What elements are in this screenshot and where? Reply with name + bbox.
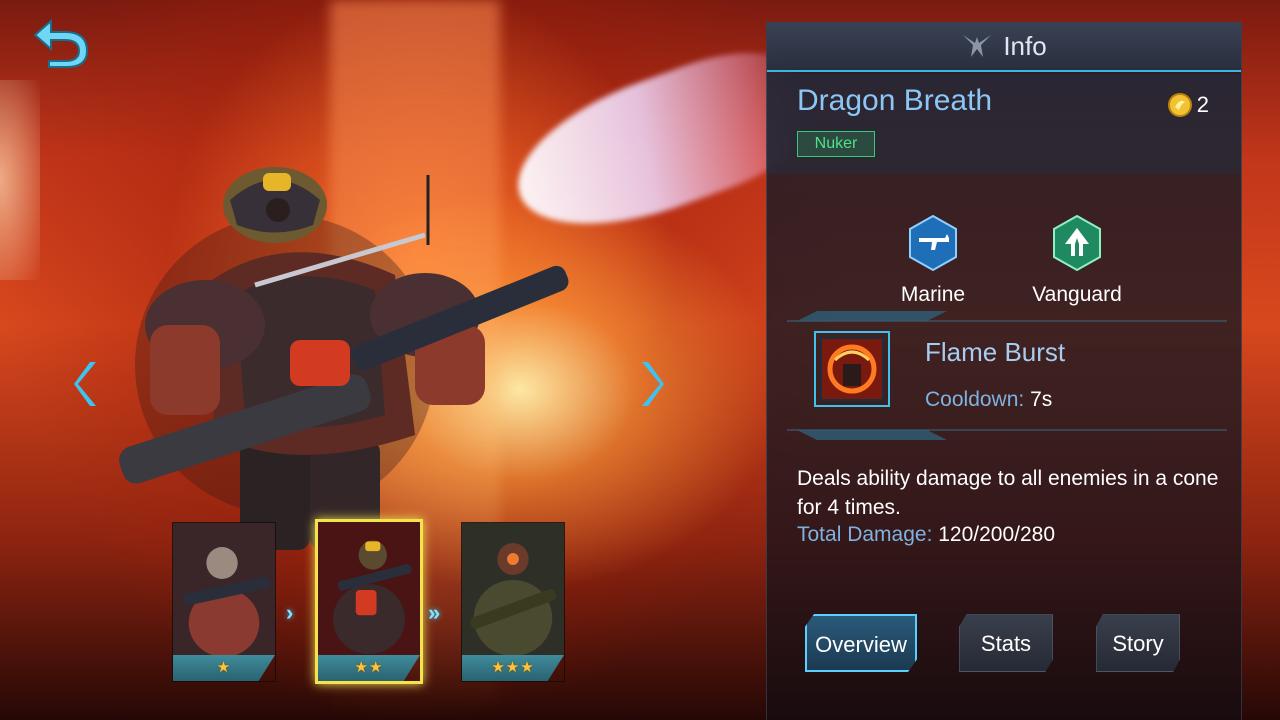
skin-portrait-2: [318, 522, 420, 656]
gold-coin-icon: [1167, 93, 1192, 117]
cooldown-label: Cooldown:: [925, 388, 1025, 411]
upgrade-arrow-icon: »: [428, 600, 441, 625]
skill-name: Flame Burst: [925, 337, 1066, 367]
class-marine[interactable]: Marine: [868, 214, 998, 307]
hero-name: Dragon Breath: [797, 84, 993, 117]
hero-identity: Dragon Breath Nuker 2: [767, 74, 1241, 174]
background-glow: [0, 80, 40, 280]
skin-card-1[interactable]: ★: [172, 522, 276, 682]
skill-description: Deals ability damage to all enemies in a…: [797, 467, 1219, 519]
tab-stats[interactable]: Stats: [959, 614, 1053, 672]
class-vanguard[interactable]: Vanguard: [1012, 214, 1142, 307]
total-damage-label: Total Damage:: [797, 523, 933, 546]
panel-header: Info: [767, 22, 1241, 72]
faction-emblem-icon: [963, 35, 992, 57]
skill-icon-frame[interactable]: [813, 330, 891, 408]
next-skin-button[interactable]: [636, 358, 668, 410]
section-divider: [787, 311, 1227, 322]
vanguard-hexagon-icon: [1053, 214, 1101, 272]
chevron-left-icon: [74, 362, 96, 406]
role-tag: Nuker: [797, 131, 875, 157]
tab-story[interactable]: Story: [1096, 614, 1180, 672]
previous-skin-button[interactable]: [70, 358, 102, 410]
rifle-hexagon-icon: [909, 214, 957, 272]
total-damage: Total Damage: 120/200/280: [797, 523, 1055, 547]
flame-burst-icon: [814, 331, 890, 407]
section-divider: [787, 429, 1227, 440]
skin-stars-2: ★★: [318, 655, 420, 681]
info-panel: Info Dragon Breath Nuker 2 Marine Vangua…: [766, 22, 1242, 720]
back-arrow-icon: [33, 18, 89, 68]
skin-stars-3: ★★★: [462, 655, 564, 681]
panel-title: Info: [1003, 30, 1047, 61]
chevron-right-icon: [642, 362, 664, 406]
cost-value: 2: [1196, 92, 1209, 117]
tab-overview[interactable]: Overview: [805, 614, 917, 672]
skin-card-3[interactable]: ★★★: [461, 522, 565, 682]
skin-card-2[interactable]: ★★: [315, 519, 423, 684]
hero-cost: 2: [1167, 92, 1209, 118]
back-button[interactable]: [28, 12, 94, 72]
class-marine-label: Marine: [900, 283, 966, 306]
cooldown-value: 7s: [1030, 388, 1053, 411]
upgrade-arrow-icon: ›: [286, 600, 294, 625]
total-damage-value: 120/200/280: [938, 523, 1056, 546]
class-vanguard-label: Vanguard: [1032, 283, 1122, 306]
hero-model: [119, 167, 569, 550]
skin-stars-1: ★: [173, 655, 275, 681]
skin-portrait-3: [462, 523, 564, 657]
skill-cooldown: Cooldown: 7s: [925, 388, 1052, 412]
skin-portrait-1: [173, 523, 275, 657]
